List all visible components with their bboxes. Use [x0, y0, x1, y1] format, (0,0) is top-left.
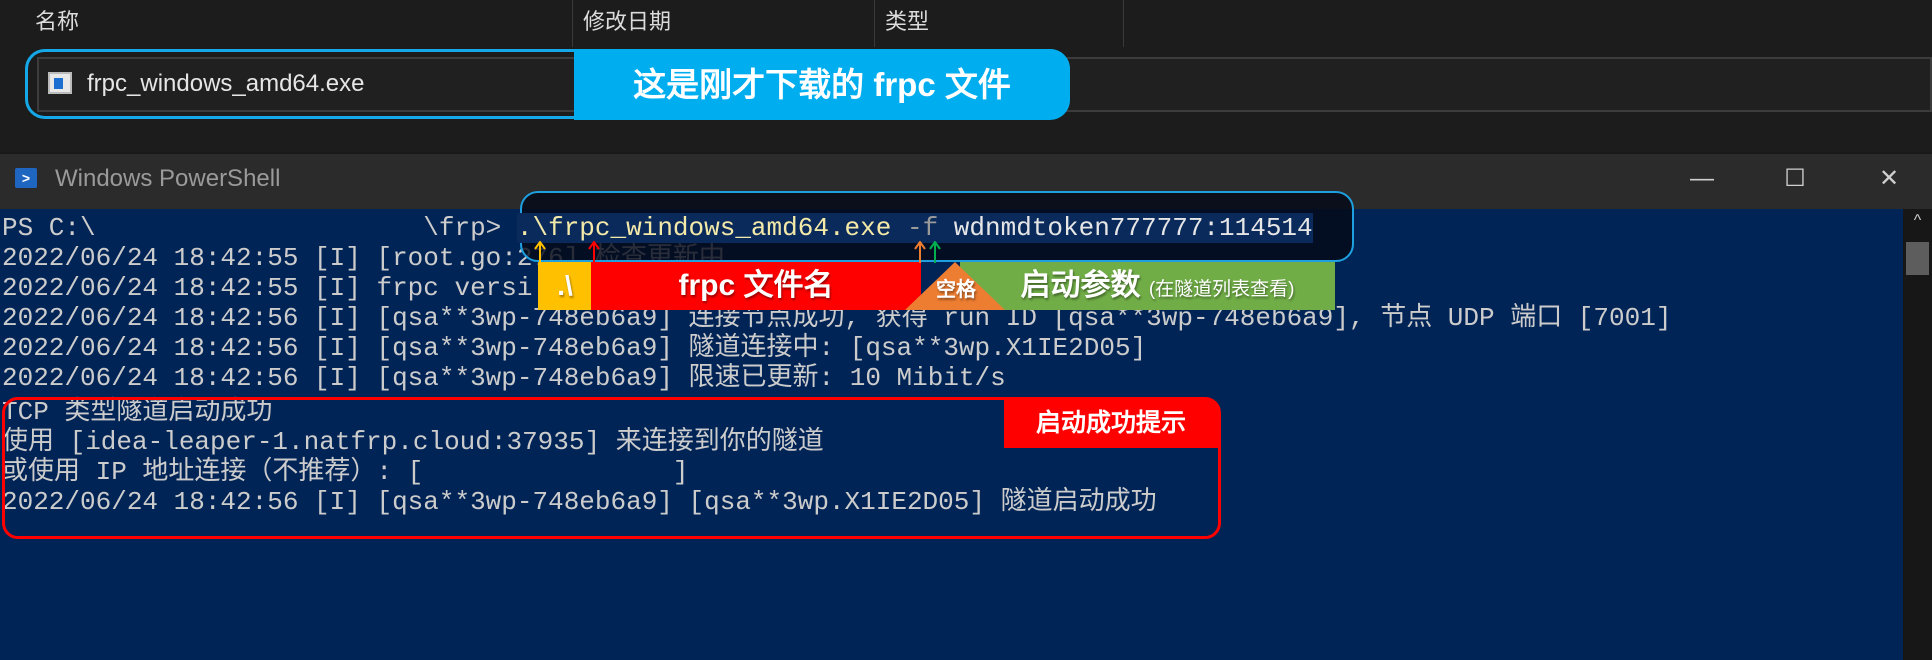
- command-line: PS C:\ \frp> .\frpc_windows_amd64.exe -f…: [2, 213, 1313, 243]
- minimize-button[interactable]: —: [1677, 162, 1727, 196]
- close-button[interactable]: ✕: [1864, 162, 1914, 196]
- label-args-text: 启动参数: [1020, 269, 1141, 302]
- command-exe: .\frpc_windows_amd64.exe: [516, 213, 892, 243]
- success-label: 启动成功提示: [1004, 399, 1218, 448]
- maximize-button[interactable]: ☐: [1770, 162, 1820, 196]
- command-arg: wdnmdtoken777777:114514: [953, 213, 1313, 243]
- column-header-modified[interactable]: 修改日期: [573, 0, 875, 47]
- column-header-type[interactable]: 类型: [875, 0, 1124, 47]
- label-file-name: frpc 文件名: [591, 262, 921, 310]
- powershell-icon: >: [15, 168, 37, 188]
- arrow-up-icon: [929, 241, 941, 263]
- scrollbar-thumb[interactable]: [1906, 242, 1929, 275]
- log-line: 2022/06/24 18:42:56 [I] [qsa**3wp-748eb6…: [2, 333, 1147, 363]
- label-dot-prefix: .\: [538, 262, 592, 310]
- log-line: 2022/06/24 18:42:56 [I] [qsa**3wp-748eb6…: [2, 363, 1006, 393]
- label-args-note: (在隧道列表查看): [1148, 279, 1295, 300]
- label-args: 启动参数 (在隧道列表查看): [960, 262, 1335, 310]
- scrollbar[interactable]: [1903, 209, 1932, 660]
- label-space: 空格: [905, 262, 1005, 310]
- label-space-text: 空格: [936, 279, 976, 301]
- scroll-up-icon[interactable]: ^: [1903, 212, 1932, 238]
- file-callout: 这是刚才下载的 frpc 文件: [574, 49, 1070, 120]
- arrow-up-icon: [914, 241, 926, 263]
- column-header-name[interactable]: 名称: [25, 0, 573, 47]
- log-line: 2022/06/24 18:42:55 [I] frpc versi: [2, 273, 533, 303]
- arrow-up-icon: [534, 241, 546, 263]
- arrow-up-icon: [588, 241, 600, 263]
- command-flag: -f: [891, 213, 954, 243]
- window-title: Windows PowerShell: [55, 165, 281, 192]
- prompt: PS C:\ \frp>: [2, 213, 517, 243]
